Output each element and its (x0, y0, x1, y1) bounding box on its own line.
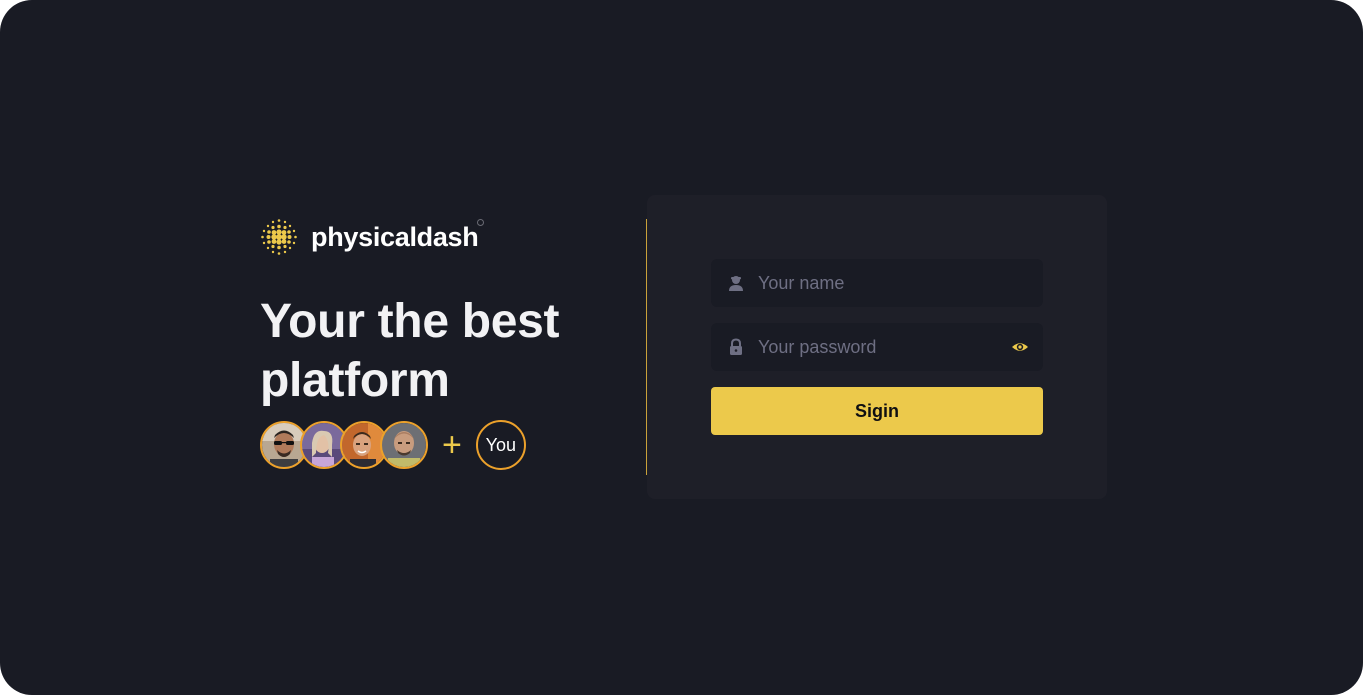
password-input[interactable] (758, 323, 998, 371)
dot-grid-logo-icon (261, 219, 297, 255)
name-field[interactable] (711, 259, 1043, 307)
lock-icon (730, 338, 742, 355)
sign-in-button[interactable]: Sigin (711, 387, 1043, 435)
password-field[interactable] (711, 323, 1043, 371)
avatar (380, 421, 428, 469)
community-row: + You (260, 420, 640, 470)
hero-section: physicaldash Your the best platform + Yo… (260, 218, 640, 470)
you-badge: You (475, 420, 526, 470)
page-title: Your the best platform (260, 292, 640, 410)
headline-line-1: Your the best (260, 295, 560, 348)
user-icon (729, 276, 743, 291)
login-card: Sigin (647, 195, 1107, 499)
name-input[interactable] (758, 259, 998, 307)
brand: physicaldash (260, 218, 640, 256)
registered-mark (477, 218, 485, 226)
plus-sign: + (442, 426, 462, 464)
login-screen: physicaldash Your the best platform + Yo… (0, 0, 1363, 695)
eye-icon[interactable] (1011, 338, 1029, 356)
brand-name: physicaldash (311, 218, 485, 253)
avatar-group (260, 421, 428, 469)
headline-line-2: platform (260, 354, 450, 407)
